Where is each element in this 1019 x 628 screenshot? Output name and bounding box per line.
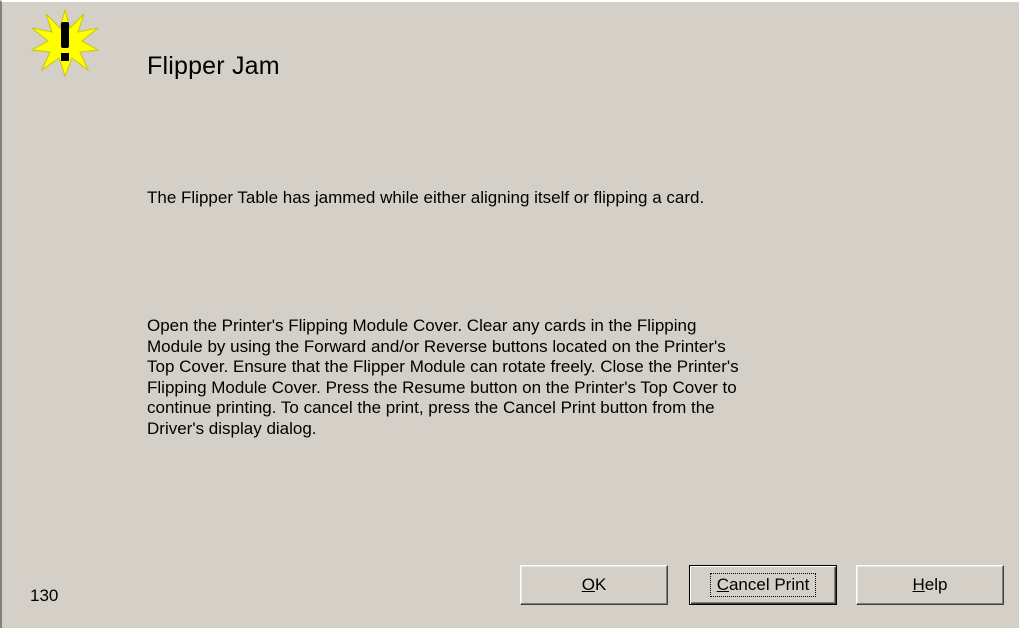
instructions-line: Open the Printer's Flipping Module Cover… xyxy=(147,316,697,335)
instructions-line: Module by using the Forward and/or Rever… xyxy=(147,336,726,356)
help-button[interactable]: Help xyxy=(856,565,1004,605)
help-button-label: Help xyxy=(912,575,948,594)
cancel-print-button[interactable]: Cancel Print xyxy=(689,565,837,605)
error-dialog: Flipper Jam The Flipper Table has jammed… xyxy=(0,0,1019,628)
ok-button-label: OK xyxy=(581,575,607,594)
error-message: The Flipper Table has jammed while eithe… xyxy=(147,188,705,207)
dialog-title: Flipper Jam xyxy=(147,52,280,80)
cancel-print-button-label: Cancel Print xyxy=(709,573,817,597)
warning-icon xyxy=(30,8,100,78)
instructions-line: Top Cover. Ensure that the Flipper Modul… xyxy=(147,357,739,376)
error-code: 130 xyxy=(30,586,59,605)
instructions-text: Open the Printer's Flipping Module Cover… xyxy=(147,316,847,439)
ok-button[interactable]: OK xyxy=(520,565,668,605)
instructions-line: Flipping Module Cover. Press the Resume … xyxy=(147,377,737,397)
instructions-line: Driver's display dialog. xyxy=(147,418,317,438)
instructions-line: continue printing. To cancel the print, … xyxy=(147,398,715,417)
